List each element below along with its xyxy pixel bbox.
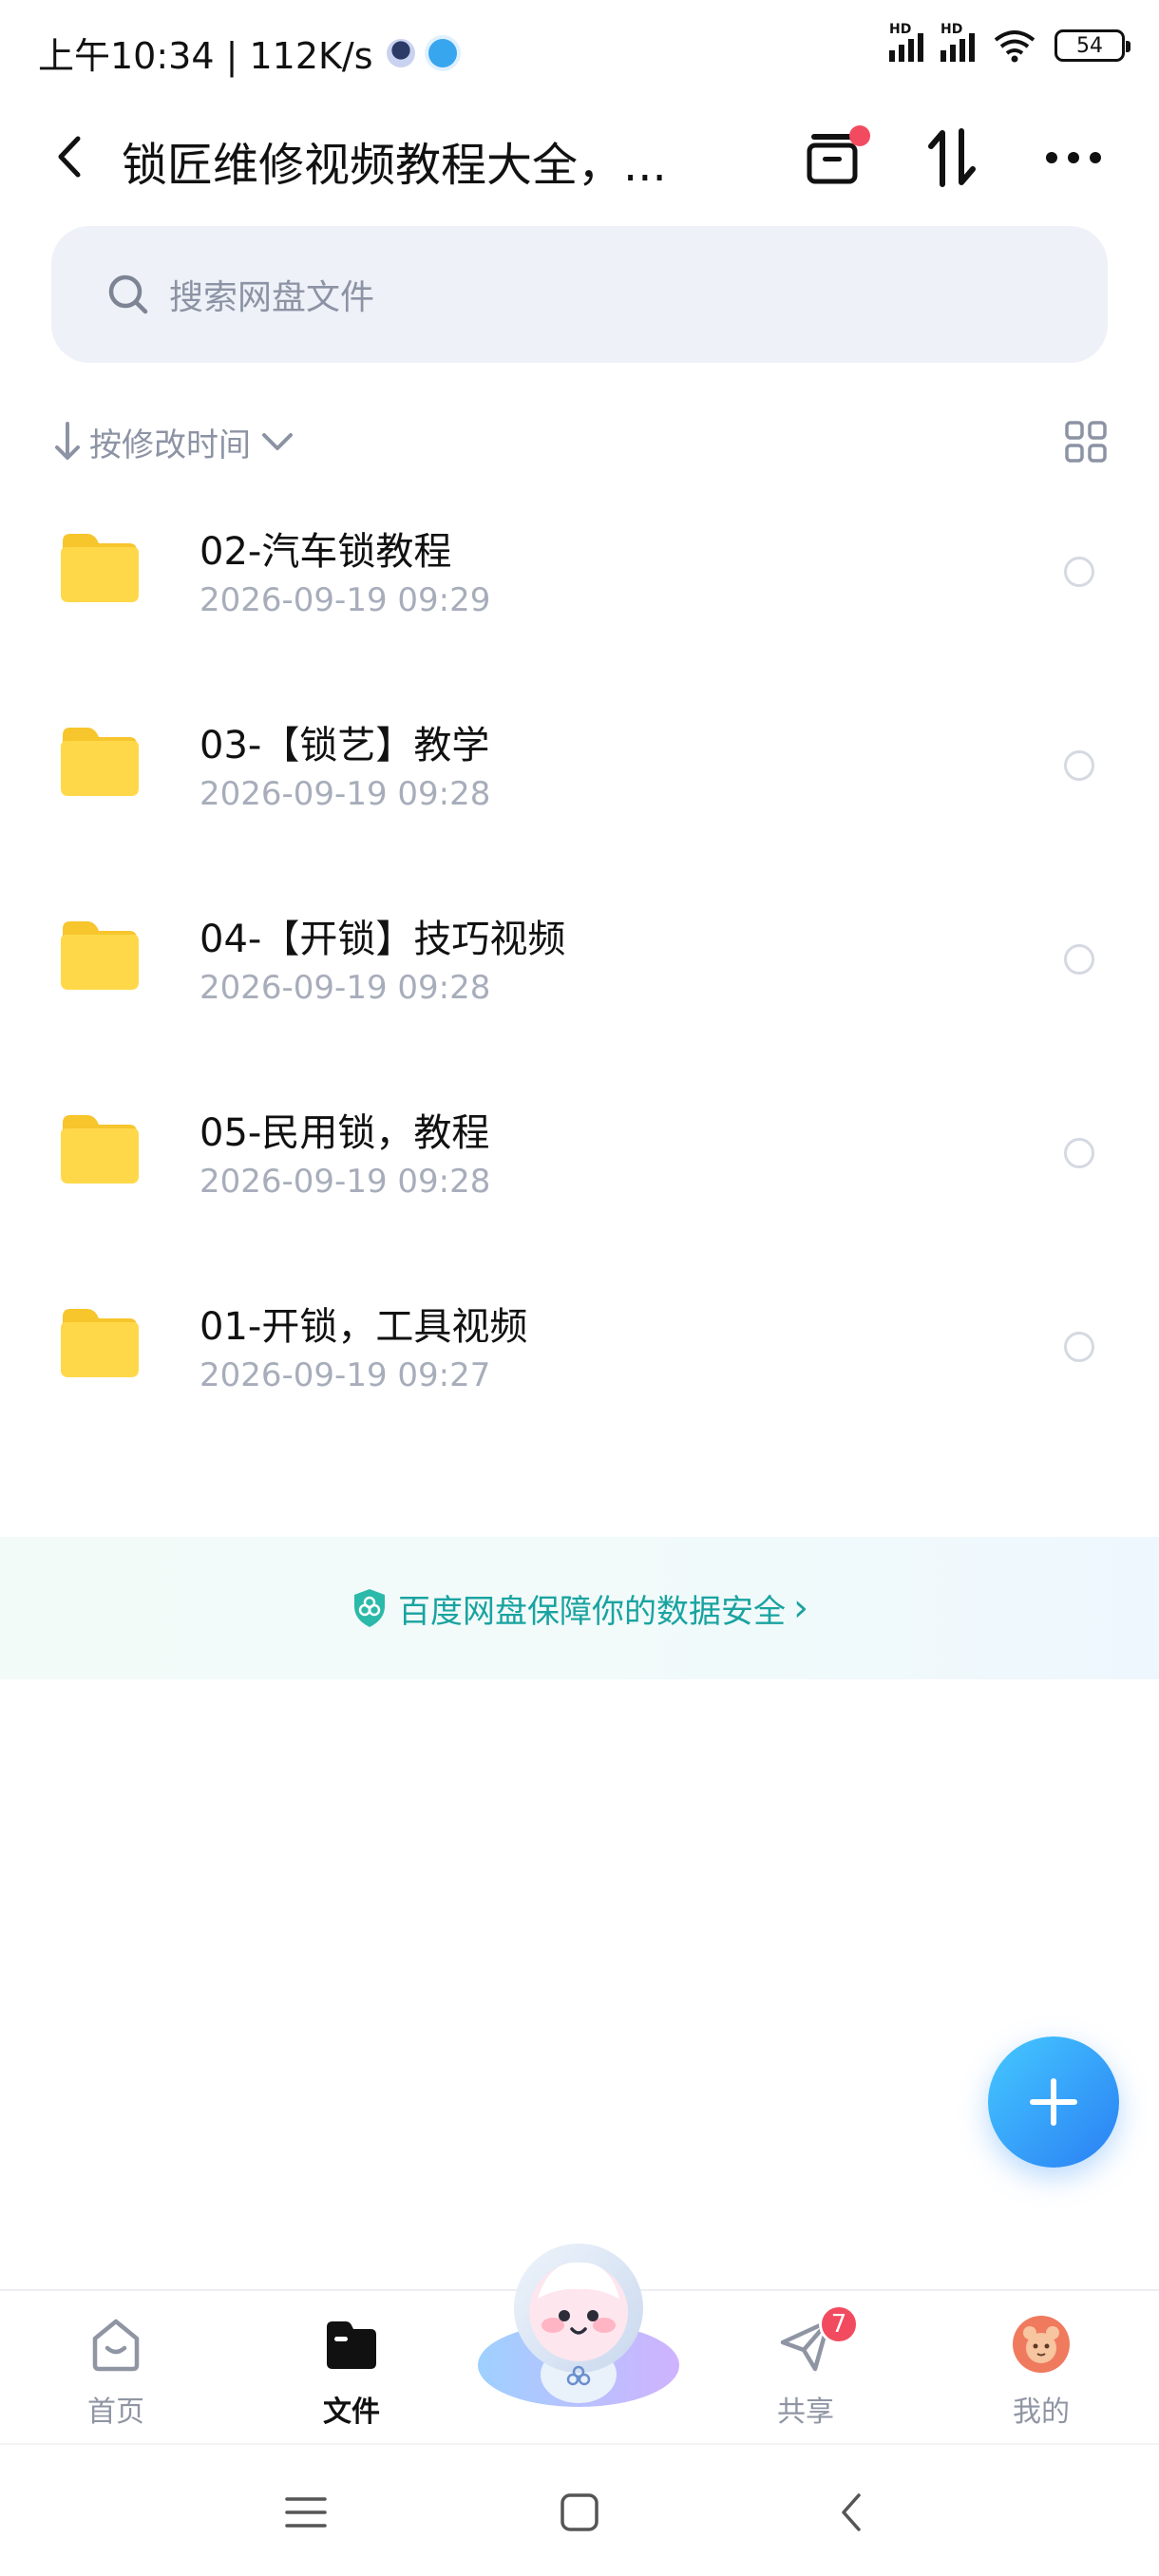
more-icon — [1046, 152, 1101, 163]
security-text: 百度网盘保障你的数据安全 — [398, 1592, 786, 1631]
tab-profile[interactable]: 我的 — [965, 2302, 1117, 2435]
list-item[interactable]: 02-汽车锁教程 2026-09-19 09:29 — [0, 475, 1159, 669]
title-bar: 锁匠维修视频教程大全，... — [0, 104, 1159, 209]
folder-icon — [61, 1309, 139, 1377]
file-date: 2026-09-19 09:29 — [200, 581, 491, 619]
menu-button[interactable] — [268, 2479, 344, 2546]
status-right: HD HD 54 — [889, 22, 1130, 63]
list-item[interactable]: 04-【开锁】技巧视频 2026-09-19 09:28 — [0, 862, 1159, 1056]
tab-label: 我的 — [1013, 2396, 1070, 2429]
plus-icon — [1030, 2078, 1077, 2126]
select-checkbox[interactable] — [1064, 1138, 1094, 1168]
select-checkbox[interactable] — [1064, 750, 1094, 781]
file-date: 2026-09-19 09:27 — [200, 1356, 491, 1394]
chevron-down-icon[interactable] — [258, 427, 296, 456]
file-name: 04-【开锁】技巧视频 — [200, 918, 566, 961]
search-placeholder: 搜索网盘文件 — [169, 278, 375, 317]
upload-notification-icon — [428, 38, 457, 67]
folder-icon — [61, 534, 139, 602]
file-name: 01-开锁，工具视频 — [200, 1305, 528, 1349]
tab-files[interactable]: 文件 — [276, 2302, 428, 2435]
file-list: 02-汽车锁教程 2026-09-19 09:29 03-【锁艺】教学 2026… — [0, 475, 1159, 1444]
tab-label: 共享 — [777, 2396, 834, 2429]
tab-home[interactable]: 首页 — [40, 2302, 192, 2435]
file-date: 2026-09-19 09:28 — [200, 775, 491, 813]
tab-share[interactable]: 7 共享 — [730, 2302, 882, 2435]
grid-view-icon[interactable] — [1064, 420, 1108, 464]
file-name: 02-汽车锁教程 — [200, 530, 452, 574]
system-nav-bar — [0, 2443, 1159, 2576]
list-item[interactable]: 01-开锁，工具视频 2026-09-19 09:27 — [0, 1250, 1159, 1444]
folder-icon — [61, 1115, 139, 1184]
folder-icon — [61, 921, 139, 990]
list-item[interactable]: 03-【锁艺】教学 2026-09-19 09:28 — [0, 669, 1159, 862]
file-name: 03-【锁艺】教学 — [200, 724, 490, 767]
menu-icon — [285, 2497, 327, 2528]
transfer-list-button[interactable] — [792, 118, 872, 198]
signal-1-icon: HD — [889, 22, 923, 62]
sort-dropdown[interactable]: 按修改时间 — [89, 419, 251, 465]
wifi-icon — [994, 30, 1036, 63]
status-bar: 上午10:34 | 112K/s HD HD 54 — [0, 0, 1159, 104]
chevron-right-icon: › — [793, 1586, 808, 1630]
file-name: 05-民用锁，教程 — [200, 1111, 490, 1155]
arrow-down-icon — [55, 422, 80, 460]
mascot-assistant-button[interactable] — [473, 2232, 684, 2413]
share-icon-wrap: 7 — [775, 2304, 859, 2375]
battery-icon: 54 — [1054, 29, 1130, 62]
tab-label: 首页 — [87, 2396, 144, 2429]
add-button[interactable] — [988, 2036, 1119, 2168]
search-input[interactable]: 搜索网盘文件 — [51, 226, 1108, 363]
status-left: 上午10:34 | 112K/s — [38, 27, 457, 79]
file-date: 2026-09-19 09:28 — [200, 1163, 491, 1201]
file-date: 2026-09-19 09:28 — [200, 969, 491, 1007]
back-nav-icon — [842, 2493, 861, 2531]
tab-label: 文件 — [323, 2396, 380, 2429]
home-icon — [92, 2319, 140, 2372]
profile-avatar-icon — [1013, 2316, 1070, 2373]
page-title: 锁匠维修视频教程大全，... — [122, 139, 667, 192]
back-nav-button[interactable] — [813, 2479, 889, 2546]
notification-dot — [849, 125, 870, 146]
signal-2-icon: HD — [940, 22, 975, 62]
search-icon — [108, 275, 148, 314]
share-badge: 7 — [819, 2304, 859, 2344]
sort-icon — [928, 128, 976, 187]
folder-icon — [61, 728, 139, 796]
square-icon — [560, 2493, 598, 2531]
select-checkbox[interactable] — [1064, 1332, 1094, 1362]
shield-icon — [354, 1589, 385, 1627]
security-banner[interactable]: 百度网盘保障你的数据安全 › — [0, 1537, 1159, 1679]
notification-avatar-icon — [386, 38, 415, 67]
status-time-speed: 上午10:34 | 112K/s — [38, 35, 373, 77]
more-button[interactable] — [1034, 118, 1113, 198]
back-icon — [58, 136, 81, 178]
sort-row: 按修改时间 — [51, 408, 1108, 475]
folder-icon — [327, 2321, 376, 2369]
back-button[interactable] — [42, 125, 99, 188]
select-checkbox[interactable] — [1064, 944, 1094, 975]
sort-button[interactable] — [912, 118, 992, 198]
list-item[interactable]: 05-民用锁，教程 2026-09-19 09:28 — [0, 1056, 1159, 1250]
select-checkbox[interactable] — [1064, 557, 1094, 587]
home-nav-button[interactable] — [542, 2479, 618, 2546]
